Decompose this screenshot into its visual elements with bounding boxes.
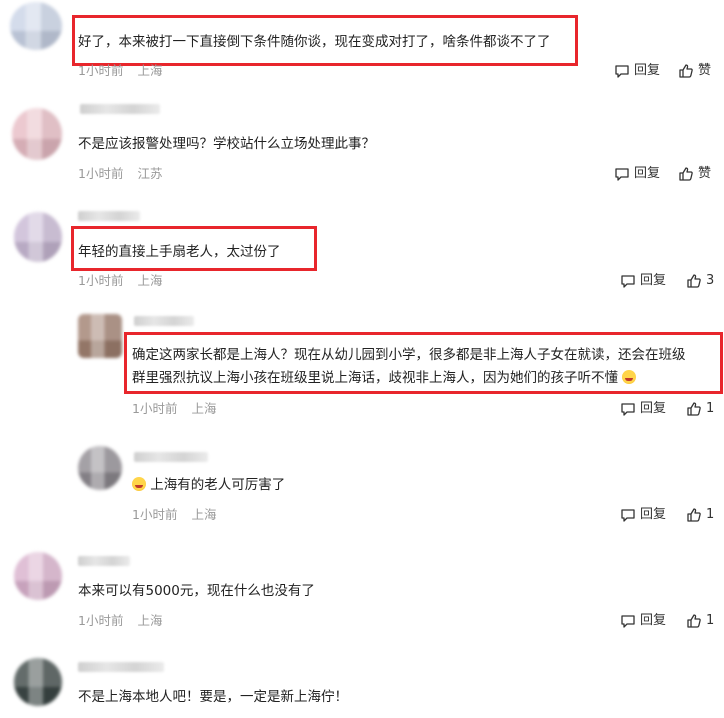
timestamp: 1小时前	[78, 166, 124, 181]
avatar[interactable]	[14, 212, 62, 262]
like-count: 1	[706, 613, 715, 628]
avatar[interactable]	[78, 446, 122, 490]
reply-label: 回复	[634, 63, 661, 78]
laugh-cry-emoji-icon	[622, 370, 637, 384]
location: 上海	[137, 613, 163, 628]
avatar[interactable]	[78, 314, 122, 358]
like-button[interactable]: 赞	[678, 61, 711, 81]
reply-button[interactable]: 回复	[620, 611, 666, 631]
comment-meta: 1小时前 上海	[78, 61, 162, 81]
location: 上海	[137, 273, 163, 288]
timestamp: 1小时前	[78, 63, 124, 78]
location: 上海	[191, 401, 217, 416]
thumbs-up-icon	[686, 507, 702, 523]
reply-button[interactable]: 回复	[614, 61, 660, 81]
comment-bubble-icon	[614, 166, 630, 182]
timestamp: 1小时前	[132, 401, 178, 416]
reply-label: 回复	[640, 507, 667, 522]
reply-button[interactable]: 回复	[620, 271, 666, 291]
like-label: 赞	[698, 63, 712, 78]
like-button[interactable]: 1	[686, 399, 714, 419]
thumbs-up-icon	[678, 166, 694, 182]
avatar[interactable]	[14, 552, 62, 600]
avatar[interactable]	[10, 2, 62, 50]
avatar[interactable]	[14, 658, 62, 706]
comment-text: 上海有的老人可厉害了	[132, 474, 285, 496]
comment-meta: 1小时前 江苏	[78, 164, 162, 184]
comment-bubble-icon	[620, 273, 636, 289]
reply-button[interactable]: 回复	[614, 164, 660, 184]
comment-meta: 1小时前 上海	[78, 271, 162, 291]
username[interactable]	[78, 556, 130, 566]
thumbs-up-icon	[678, 63, 694, 79]
reply-button[interactable]: 回复	[620, 505, 666, 525]
location: 上海	[137, 63, 163, 78]
thumbs-up-icon	[686, 273, 702, 289]
reply-button[interactable]: 回复	[620, 399, 666, 419]
comment-text: 不是上海本地人吧！要是，一定是新上海佇！	[78, 689, 348, 705]
username[interactable]	[78, 662, 164, 672]
like-count: 1	[706, 401, 715, 416]
thumbs-up-icon	[686, 613, 702, 629]
like-button[interactable]: 3	[686, 271, 714, 291]
comment-meta: 1小时前 上海	[78, 611, 162, 631]
timestamp: 1小时前	[78, 273, 124, 288]
reply-label: 回复	[640, 613, 667, 628]
like-button[interactable]: 1	[686, 505, 714, 525]
comment-bubble-icon	[620, 401, 636, 417]
username[interactable]	[134, 452, 208, 462]
comment-bubble-icon	[620, 613, 636, 629]
comment-text-content: 上海有的老人可厉害了	[150, 477, 286, 493]
location: 江苏	[137, 166, 163, 181]
laugh-cry-emoji-icon	[132, 477, 146, 491]
reply-label: 回复	[634, 166, 661, 181]
comment-bubble-icon	[614, 63, 630, 79]
thumbs-up-icon	[686, 401, 702, 417]
comment-text: 不是应该报警处理吗？学校站什么立场处理此事？	[78, 136, 375, 152]
timestamp: 1小时前	[132, 507, 178, 522]
comment-text: 年轻的直接上手扇老人，太过份了	[78, 244, 281, 260]
like-count: 3	[706, 273, 715, 288]
avatar[interactable]	[12, 108, 62, 160]
username[interactable]	[134, 316, 194, 326]
comment-text: 好了，本来被打一下直接倒下条件随你谈，现在变成对打了，啥条件都谈不了了	[78, 34, 551, 50]
reply-label: 回复	[640, 273, 667, 288]
location: 上海	[191, 507, 217, 522]
username[interactable]	[78, 211, 140, 221]
comment-meta: 1小时前 上海	[132, 505, 216, 525]
like-label: 赞	[698, 166, 712, 181]
reply-label: 回复	[640, 401, 667, 416]
comment-text-line2: 群里强烈抗议上海小孩在班级里说上海话，歧视非上海人，因为她们的孩子听不懂	[132, 367, 637, 389]
comment-meta: 1小时前 上海	[132, 399, 216, 419]
comment-text: 本来可以有5000元，现在什么也没有了	[78, 583, 315, 599]
comment-text-line2-content: 群里强烈抗议上海小孩在班级里说上海话，歧视非上海人，因为她们的孩子听不懂	[132, 370, 618, 386]
like-button[interactable]: 赞	[678, 164, 711, 184]
comment-text-line1: 确定这两家长都是上海人？现在从幼儿园到小学，很多都是非上海人子女在就读，还会在班…	[132, 347, 686, 363]
like-count: 1	[706, 507, 715, 522]
username[interactable]	[80, 104, 160, 114]
like-button[interactable]: 1	[686, 611, 714, 631]
comment-bubble-icon	[620, 507, 636, 523]
timestamp: 1小时前	[78, 613, 124, 628]
